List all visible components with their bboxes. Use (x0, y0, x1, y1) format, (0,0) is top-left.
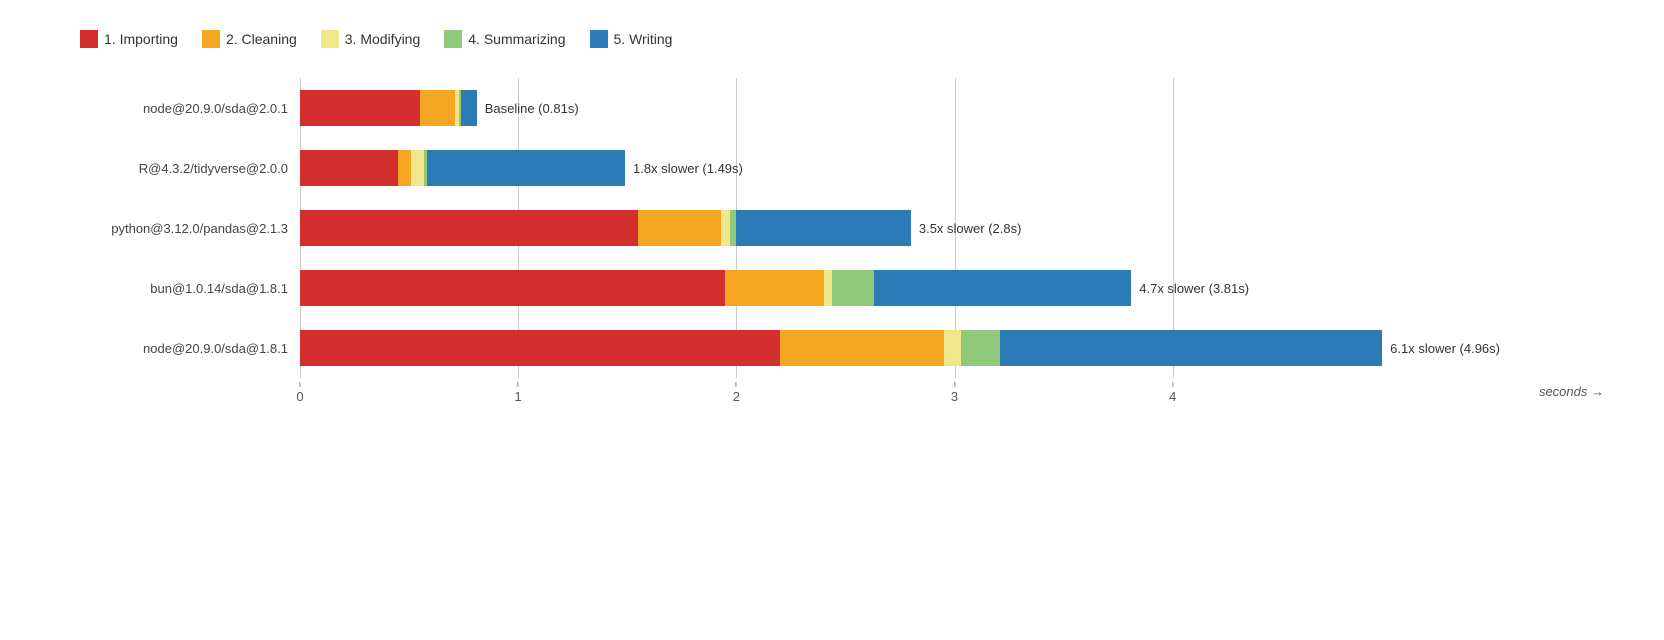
bar-segment-writing (874, 270, 1131, 306)
bar-segment-modifying (944, 330, 961, 366)
legend-label-summarizing: 4. Summarizing (468, 31, 565, 47)
bars-rows: Baseline (0.81s) 1.8x slower (1.49s) 3.5x … (300, 78, 1604, 378)
bar-track (300, 90, 477, 126)
legend-item-cleaning: 2. Cleaning (202, 30, 297, 48)
bar-segment-modifying (824, 270, 833, 306)
bar-segment-summarizing (832, 270, 873, 306)
bar-segment-writing (427, 150, 626, 186)
bars-area: Baseline (0.81s) 1.8x slower (1.49s) 3.5x … (300, 78, 1604, 408)
x-tick-1: 1 (515, 382, 522, 404)
y-label: python@3.12.0/pandas@2.1.3 (60, 198, 300, 258)
bar-track (300, 210, 911, 246)
bar-track (300, 150, 625, 186)
bar-track (300, 330, 1382, 366)
legend-label-writing: 5. Writing (614, 31, 673, 47)
x-tick-label: 1 (515, 389, 522, 404)
y-label: R@4.3.2/tidyverse@2.0.0 (60, 138, 300, 198)
bar-segment-cleaning (638, 210, 721, 246)
x-tick-3: 3 (951, 382, 958, 404)
x-tick-line (518, 382, 519, 387)
bar-segment-importing (300, 150, 398, 186)
x-tick-line (954, 382, 955, 387)
x-tick-label: 2 (733, 389, 740, 404)
x-tick-2: 2 (733, 382, 740, 404)
x-tick-line (1172, 382, 1173, 387)
bar-row: Baseline (0.81s) (300, 78, 1604, 138)
x-tick-4: 4 (1169, 382, 1176, 404)
y-label: node@20.9.0/sda@1.8.1 (60, 318, 300, 378)
seconds-label: seconds → (1539, 384, 1604, 399)
y-label: bun@1.0.14/sda@1.8.1 (60, 258, 300, 318)
x-tick-line (736, 382, 737, 387)
legend-item-importing: 1. Importing (80, 30, 178, 48)
bar-row: 3.5x slower (2.8s) (300, 198, 1604, 258)
bar-row: 6.1x slower (4.96s) (300, 318, 1604, 378)
bar-segment-cleaning (780, 330, 944, 366)
y-labels: node@20.9.0/sda@2.0.1R@4.3.2/tidyverse@2… (60, 78, 300, 408)
bar-segment-importing (300, 330, 780, 366)
legend-label-importing: 1. Importing (104, 31, 178, 47)
y-label: node@20.9.0/sda@2.0.1 (60, 78, 300, 138)
legend-swatch-summarizing (444, 30, 462, 48)
legend-item-summarizing: 4. Summarizing (444, 30, 565, 48)
legend-label-modifying: 3. Modifying (345, 31, 420, 47)
legend-swatch-writing (590, 30, 608, 48)
legend: 1. Importing 2. Cleaning 3. Modifying 4. Su… (80, 30, 1604, 48)
bar-track (300, 270, 1131, 306)
bar-annotation: 1.8x slower (1.49s) (633, 150, 743, 186)
bar-segment-cleaning (398, 150, 411, 186)
bar-annotation: Baseline (0.81s) (485, 90, 579, 126)
bar-annotation: 6.1x slower (4.96s) (1390, 330, 1500, 366)
legend-swatch-cleaning (202, 30, 220, 48)
x-tick-label: 4 (1169, 389, 1176, 404)
bar-segment-importing (300, 210, 638, 246)
legend-swatch-importing (80, 30, 98, 48)
bar-segment-modifying (411, 150, 424, 186)
bar-segment-importing (300, 270, 725, 306)
bar-segment-modifying (721, 210, 730, 246)
chart-container: 1. Importing 2. Cleaning 3. Modifying 4. Su… (0, 0, 1664, 640)
bar-segment-cleaning (420, 90, 455, 126)
legend-swatch-modifying (321, 30, 339, 48)
x-tick-line (299, 382, 300, 387)
bar-row: 1.8x slower (1.49s) (300, 138, 1604, 198)
x-tick-label: 3 (951, 389, 958, 404)
legend-item-writing: 5. Writing (590, 30, 673, 48)
bar-segment-cleaning (725, 270, 823, 306)
x-ticks: 01234 (300, 382, 1604, 407)
bar-segment-importing (300, 90, 420, 126)
bar-segment-summarizing (961, 330, 1000, 366)
x-tick-0: 0 (296, 382, 303, 404)
chart-inner: node@20.9.0/sda@2.0.1R@4.3.2/tidyverse@2… (60, 78, 1604, 408)
x-axis: 01234 seconds → (300, 378, 1604, 408)
legend-label-cleaning: 2. Cleaning (226, 31, 297, 47)
bar-segment-writing (461, 90, 476, 126)
legend-item-modifying: 3. Modifying (321, 30, 420, 48)
bar-annotation: 3.5x slower (2.8s) (919, 210, 1022, 246)
bar-row: 4.7x slower (3.81s) (300, 258, 1604, 318)
x-tick-label: 0 (296, 389, 303, 404)
bar-annotation: 4.7x slower (3.81s) (1139, 270, 1249, 306)
bar-segment-writing (736, 210, 911, 246)
bar-segment-writing (1000, 330, 1382, 366)
